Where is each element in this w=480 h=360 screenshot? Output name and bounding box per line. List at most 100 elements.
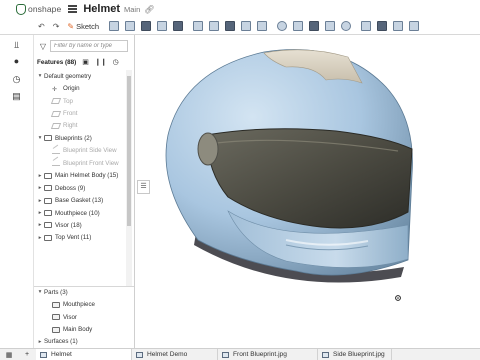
hole-tool-icon[interactable] (277, 21, 288, 31)
tree-item-label: Front (63, 110, 78, 118)
document-tab[interactable]: Side Blueprint.jpg (318, 348, 392, 360)
feature-list-icon[interactable]: ⫫ (0, 39, 33, 51)
visor-pivot[interactable] (197, 132, 219, 166)
tree-item-label: Blueprint Side View (63, 147, 117, 155)
chevron-right-icon[interactable]: ▸ (36, 222, 44, 228)
part-icon (52, 314, 60, 321)
sketch-button[interactable]: ✎ Sketch (67, 22, 99, 31)
onshape-logo[interactable]: onshape (16, 0, 61, 18)
plane-tool-icon[interactable] (361, 21, 372, 31)
variables-icon[interactable]: ▤ (0, 90, 33, 102)
extrude-tool-icon[interactable] (109, 21, 120, 31)
tree-item[interactable]: Main Body (34, 323, 134, 335)
comments-icon[interactable]: ● (0, 55, 33, 67)
origin-icon: ✛ (52, 86, 58, 93)
tree-item[interactable]: ▾ Default geometry (34, 70, 126, 82)
tree-item[interactable]: ▸ Surfaces (1) (34, 336, 134, 348)
parts-list: ▾ Parts (3) Mouthpiece Visor Main Body ▸ Surfa… (34, 286, 134, 348)
surface-tool-icon[interactable] (393, 21, 404, 31)
tree-item[interactable]: ▾ Parts (3) (34, 286, 134, 298)
chevron-down-icon[interactable]: ▾ (36, 289, 44, 295)
mate-connector-tool-icon[interactable] (377, 21, 388, 31)
shell-tool-icon[interactable] (257, 21, 268, 31)
tree-item-label: Visor (63, 313, 77, 321)
scrollbar-thumb[interactable] (127, 76, 131, 226)
tree-item[interactable]: ✛ Origin (34, 82, 126, 94)
features-count-title: Features (88) (37, 58, 77, 66)
document-tab[interactable]: Helmet Demo (132, 348, 218, 360)
thicken-tool-icon[interactable] (173, 21, 184, 31)
pencil-icon: ✎ (67, 21, 75, 31)
measure-tool-icon[interactable] (409, 21, 420, 31)
tree-item-label: Parts (3) (44, 288, 68, 296)
document-tab[interactable]: Helmet (36, 348, 132, 360)
tab-bar: ▦ + Helmet Helmet Demo Front Blueprint.jpg… (0, 348, 480, 360)
tree-item[interactable]: ▸ Top Vent (11) (34, 232, 126, 244)
document-tab[interactable]: Front Blueprint.jpg (218, 348, 318, 360)
graphics-viewport[interactable] (136, 35, 480, 348)
rib-tool-icon[interactable] (241, 21, 252, 31)
folder-icon (44, 172, 52, 179)
tree-item-label: Main Helmet Body (15) (55, 172, 119, 180)
draft-tool-icon[interactable] (225, 21, 236, 31)
helmet-model[interactable] (136, 35, 480, 348)
pause-icon[interactable]: ❙❙ (95, 58, 107, 66)
left-icon-rail: ⫫ ● ◷ ▤ (0, 35, 33, 348)
tree-item[interactable]: ▸ Visor (18) (34, 219, 126, 231)
sweep-tool-icon[interactable] (141, 21, 152, 31)
document-title[interactable]: Helmet (83, 3, 120, 15)
loft-tool-icon[interactable] (157, 21, 168, 31)
chevron-right-icon[interactable]: ▸ (36, 198, 44, 204)
tree-item[interactable]: ▾ Blueprints (2) (34, 132, 126, 144)
tree-item[interactable]: ▸ Main Helmet Body (15) (34, 170, 126, 182)
tree-item[interactable]: Blueprint Side View (34, 145, 126, 157)
filter-input[interactable] (50, 40, 128, 52)
filter-icon[interactable]: ▽ (36, 42, 50, 51)
tree-item[interactable]: Right (34, 120, 126, 132)
undo-icon[interactable]: ↶ (38, 18, 45, 35)
folder-icon (44, 234, 52, 241)
tree-item-label: Mouthpiece (10) (55, 209, 100, 217)
tree-item[interactable]: Top (34, 95, 126, 107)
features-header: Features (88) ▣ ❙❙ ◷ (34, 56, 134, 68)
onshape-window: onshape Helmet Main 🔗︎ ↶ ↷ ✎ Sketch ⫫ ● … (0, 0, 480, 360)
feature-list-toggle-icon[interactable]: ☰ (137, 180, 150, 194)
link-icon[interactable]: 🔗︎ (144, 5, 154, 14)
part-icon (52, 301, 60, 308)
chamfer-tool-icon[interactable] (209, 21, 220, 31)
graph-icon[interactable]: ▦ (0, 351, 18, 359)
timer-icon[interactable]: ◷ (113, 58, 119, 66)
split-tool-icon[interactable] (309, 21, 320, 31)
workspace-branch[interactable]: Main (124, 5, 140, 14)
chevron-right-icon[interactable]: ▸ (36, 185, 44, 191)
fillet-tool-icon[interactable] (193, 21, 204, 31)
chevron-right-icon[interactable]: ▸ (36, 339, 44, 345)
chevron-down-icon[interactable]: ▾ (36, 135, 44, 141)
image-icon[interactable]: ▣ (82, 58, 89, 66)
chevron-right-icon[interactable]: ▸ (36, 235, 44, 241)
tab-type-icon (322, 351, 329, 358)
boolean-tool-icon[interactable] (293, 21, 304, 31)
redo-icon[interactable]: ↷ (53, 18, 60, 35)
tree-item-label: Origin (63, 85, 80, 93)
menu-icon[interactable] (68, 5, 78, 13)
tree-item[interactable]: ▸ Base Gasket (13) (34, 194, 126, 206)
tree-item[interactable]: ▸ Mouthpiece (10) (34, 207, 126, 219)
tree-item[interactable]: ▸ Deboss (9) (34, 182, 126, 194)
onshape-logo-icon (16, 3, 26, 15)
revolve-tool-icon[interactable] (125, 21, 136, 31)
add-tab-icon[interactable]: + (18, 351, 36, 358)
chevron-right-icon[interactable]: ▸ (36, 173, 44, 179)
chevron-down-icon[interactable]: ▾ (36, 73, 44, 79)
tree-item[interactable]: Mouthpiece (34, 298, 134, 310)
tree-item[interactable]: Blueprint Front View (34, 157, 126, 169)
feature-list-scrollbar[interactable] (126, 70, 132, 287)
history-icon[interactable]: ◷ (0, 73, 33, 85)
chevron-right-icon[interactable]: ▸ (36, 210, 44, 216)
transform-tool-icon[interactable] (325, 21, 336, 31)
tree-item[interactable]: Front (34, 107, 126, 119)
sketch-label: Sketch (76, 21, 100, 31)
tab-label: Side Blueprint.jpg (333, 351, 385, 358)
tree-item[interactable]: Visor (34, 311, 134, 323)
pattern-tool-icon[interactable] (341, 21, 352, 31)
